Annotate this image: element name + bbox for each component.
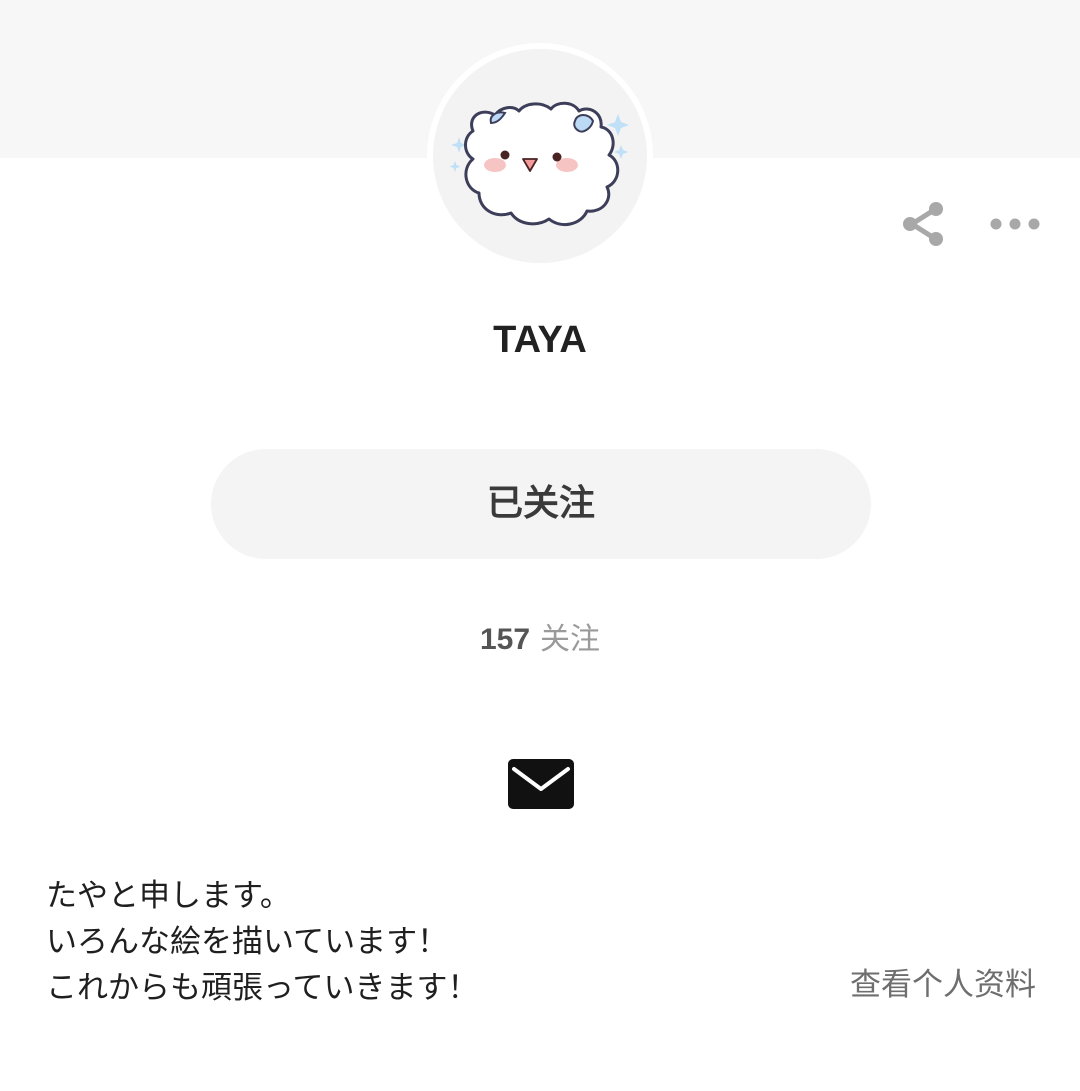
username: TAYA	[493, 319, 587, 361]
view-profile-link[interactable]: 查看个人资料	[850, 962, 1036, 1008]
share-icon	[903, 202, 943, 246]
avatar[interactable]	[427, 43, 653, 269]
follow-button[interactable]: 已关注	[211, 449, 871, 559]
profile-bio: たやと申します。 いろんな絵を描いています！ これからも頑張っていきます！	[46, 873, 806, 1011]
cloud-bear-avatar-icon	[449, 101, 629, 227]
bio-line: たやと申します。	[46, 878, 291, 914]
following-count: 157	[479, 623, 531, 656]
more-icon	[990, 218, 1040, 230]
following-stat[interactable]: 157 关注	[0, 618, 1080, 662]
share-button[interactable]	[898, 198, 950, 250]
following-label: 关注	[540, 622, 601, 657]
avatar-image	[433, 49, 647, 263]
more-options-button[interactable]	[986, 205, 1044, 243]
bio-line: これからも頑張っていきます！	[46, 970, 479, 1006]
message-button[interactable]	[504, 755, 578, 813]
bio-line: いろんな絵を描いています！	[46, 924, 449, 960]
mail-icon	[508, 759, 574, 809]
